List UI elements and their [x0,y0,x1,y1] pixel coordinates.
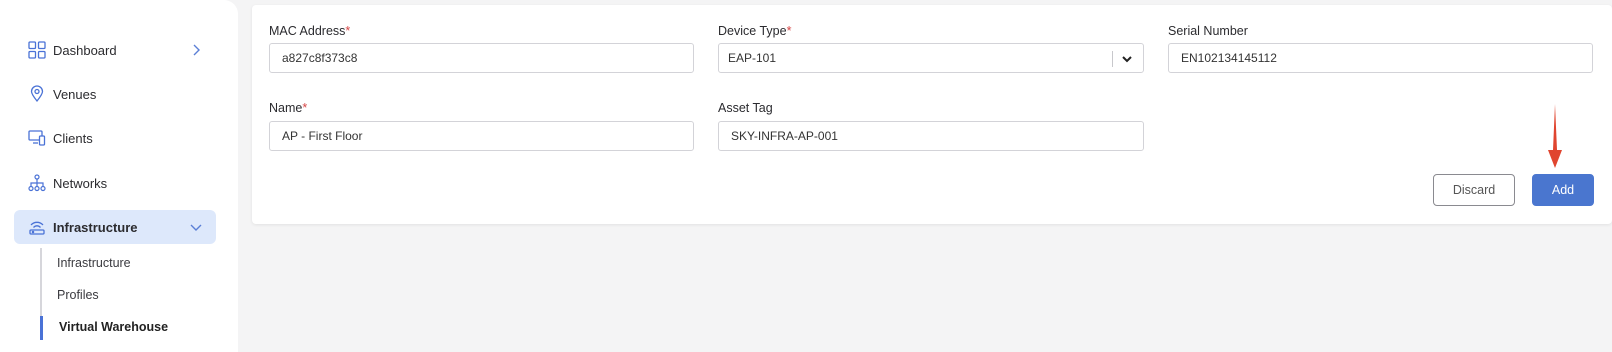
sidebar-item-clients[interactable]: Clients [14,121,216,155]
device-type-label: Device Type* [718,24,792,38]
asset-tag-label: Asset Tag [718,101,773,115]
asset-tag-input[interactable]: SKY-INFRA-AP-001 [718,121,1144,151]
select-divider [1112,51,1113,67]
add-button[interactable]: Add [1532,174,1594,206]
chevron-down-icon[interactable] [1120,52,1134,66]
chevron-down-icon [190,224,202,231]
name-label: Name* [269,101,308,115]
serial-number-input[interactable]: EN102134145112 [1168,43,1593,73]
submenu-item-infrastructure[interactable]: Infrastructure [57,256,131,270]
sidebar-item-infrastructure[interactable]: Infrastructure [14,210,216,244]
sidebar-item-label: Infrastructure [53,219,138,235]
sidebar-item-venues[interactable]: Venues [14,77,216,111]
sidebar-item-label: Clients [53,130,93,146]
annotation-arrow-icon [1548,104,1562,168]
sidebar-item-label: Dashboard [53,42,117,58]
add-device-form-card [252,5,1612,224]
sidebar-item-dashboard[interactable]: Dashboard [14,33,216,67]
discard-button[interactable]: Discard [1433,174,1515,206]
serial-number-label: Serial Number [1168,24,1248,38]
sidebar: Dashboard Venues Clients Networks Infras… [0,0,238,352]
network-tree-icon [27,173,47,193]
device-type-value: EAP-101 [728,51,777,65]
sidebar-item-label: Networks [53,175,108,191]
mac-address-label: MAC Address* [269,24,351,38]
chevron-right-icon [193,44,200,56]
access-point-icon [27,217,47,237]
sidebar-item-networks[interactable]: Networks [14,166,216,200]
submenu-item-profiles[interactable]: Profiles [57,288,99,302]
sidebar-item-label: Venues [53,86,97,102]
device-type-select[interactable]: EAP-101 [718,43,1144,73]
dashboard-grid-icon [27,40,47,60]
submenu-item-virtual-warehouse[interactable]: Virtual Warehouse [59,320,168,334]
submenu-active-indicator [40,316,43,340]
devices-icon [27,128,47,148]
mac-address-input[interactable]: a827c8f373c8 [269,43,694,73]
name-input[interactable]: AP - First Floor [269,121,694,151]
location-pin-icon [27,84,47,104]
